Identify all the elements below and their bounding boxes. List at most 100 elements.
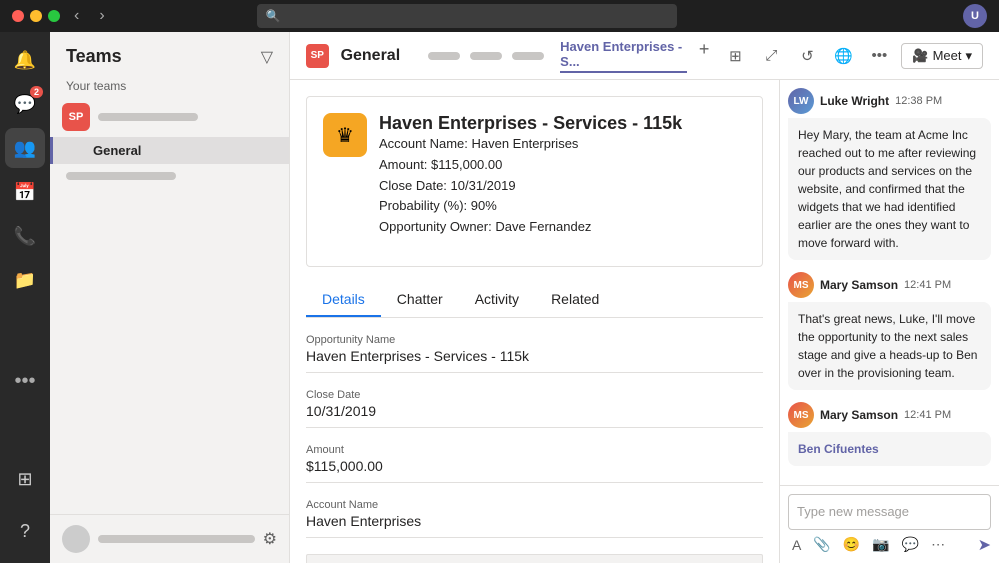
- settings-icon[interactable]: ⚙: [263, 529, 277, 549]
- more-apps-button[interactable]: •••: [6, 362, 43, 401]
- chat-input-placeholder: Type new message: [797, 504, 909, 519]
- close-date-detail: Close Date: 10/31/2019: [379, 176, 682, 197]
- msg-sender-3: Mary Samson: [820, 408, 898, 422]
- bell-icon: 🔔: [14, 50, 36, 71]
- tab-activity[interactable]: Activity: [459, 283, 535, 317]
- globe-button[interactable]: 🌐: [829, 42, 857, 70]
- refresh-button[interactable]: ↺: [793, 42, 821, 70]
- forward-button[interactable]: ›: [93, 5, 110, 27]
- opportunity-title: Haven Enterprises - Services - 115k: [379, 113, 682, 134]
- meet-label: Meet: [933, 48, 962, 63]
- user-avatar[interactable]: U: [963, 4, 987, 28]
- emoji-icon[interactable]: 😊: [839, 534, 864, 555]
- channel-item-general[interactable]: General: [50, 137, 289, 164]
- msg-time-2: 12:41 PM: [904, 279, 951, 291]
- opportunity-header: ♛ Haven Enterprises - Services - 115k Ac…: [323, 113, 746, 238]
- more-button[interactable]: •••: [865, 42, 893, 70]
- avatar-luke-wright: LW: [788, 88, 814, 114]
- field-value-account-name: Haven Enterprises: [306, 513, 763, 538]
- nav-item-files[interactable]: 📁: [5, 260, 45, 300]
- card-tabs: Details Chatter Activity Related: [306, 283, 763, 318]
- expand-button[interactable]: ⤢: [757, 42, 785, 70]
- chat-input-box[interactable]: Type new message: [788, 494, 991, 530]
- nav-item-teams[interactable]: 👥: [5, 128, 45, 168]
- window-controls: [12, 10, 60, 22]
- message-group-3: MS Mary Samson 12:41 PM Ben Cifuentes: [788, 402, 991, 466]
- filter-icon[interactable]: ▽: [261, 47, 273, 67]
- title-bar: ‹ › 🔍 U: [0, 0, 999, 32]
- nav-item-apps[interactable]: ⊞: [5, 459, 45, 499]
- field-value-close-date: 10/31/2019: [306, 403, 763, 428]
- active-tab[interactable]: Haven Enterprises - S...: [560, 39, 687, 73]
- footer-username-bar: [98, 535, 255, 543]
- opportunity-info-section: Opportunity Information: [306, 554, 763, 563]
- tab-placeholder-2: [470, 52, 502, 60]
- add-tab-button[interactable]: +: [699, 39, 710, 73]
- apps-icon: ⊞: [17, 469, 32, 490]
- tab-content-salesforce: ♛ Haven Enterprises - Services - 115k Ac…: [290, 80, 779, 563]
- probability-detail: Probability (%): 90%: [379, 196, 682, 217]
- team-name-bar: [98, 113, 198, 121]
- tab-related[interactable]: Related: [535, 283, 615, 317]
- channel-header: SP General Haven Enterprises - S... + ⊞ …: [290, 32, 999, 80]
- avatar-mary-samson-2: MS: [788, 402, 814, 428]
- chat-messages: LW Luke Wright 12:38 PM Hey Mary, the te…: [780, 80, 999, 485]
- minimize-button[interactable]: [30, 10, 42, 22]
- sidebar-header: Teams ▽: [50, 32, 289, 75]
- field-opportunity-name: Opportunity Name Haven Enterprises - Ser…: [306, 334, 763, 373]
- tab-chatter[interactable]: Chatter: [381, 283, 459, 317]
- meet-button[interactable]: 🎥 Meet ▾: [901, 43, 983, 69]
- close-button[interactable]: [12, 10, 24, 22]
- teams-icon: 👥: [14, 138, 36, 159]
- nav-item-activity[interactable]: 🔔: [5, 40, 45, 80]
- msg-header-3: MS Mary Samson 12:41 PM: [788, 402, 991, 428]
- msg-bubble-2: That's great news, Luke, I'll move the o…: [788, 302, 991, 390]
- field-account-name: Account Name Haven Enterprises: [306, 499, 763, 538]
- send-button[interactable]: ➤: [978, 535, 991, 555]
- nav-item-chat[interactable]: 💬 2: [5, 84, 45, 124]
- maximize-button[interactable]: [48, 10, 60, 22]
- grid-view-button[interactable]: ⊞: [721, 42, 749, 70]
- app-body: 🔔 💬 2 👥 📅 📞 📁 ••• ⊞ ? Te: [0, 32, 999, 563]
- field-label-account-name: Account Name: [306, 499, 763, 511]
- message-group-1: LW Luke Wright 12:38 PM Hey Mary, the te…: [788, 88, 991, 260]
- format-text-icon[interactable]: A: [788, 535, 805, 555]
- mention-ben[interactable]: Ben Cifuentes: [798, 442, 879, 456]
- content-area: SP General Haven Enterprises - S... + ⊞ …: [290, 32, 999, 563]
- nav-rail: 🔔 💬 2 👥 📅 📞 📁 ••• ⊞ ?: [0, 32, 50, 563]
- global-search-bar[interactable]: 🔍: [257, 4, 677, 28]
- calendar-icon: 📅: [14, 182, 36, 203]
- channel-tabs: Haven Enterprises - S... +: [420, 39, 709, 73]
- team-item-sp[interactable]: SP •••: [50, 97, 289, 137]
- avatar-initials-lw: LW: [788, 88, 814, 114]
- more-toolbar-icon[interactable]: ⋯: [927, 534, 949, 555]
- msg-header-1: LW Luke Wright 12:38 PM: [788, 88, 991, 114]
- amount-detail: Amount: $115,000.00: [379, 155, 682, 176]
- gif-icon[interactable]: 📷: [868, 534, 893, 555]
- tab-details[interactable]: Details: [306, 283, 381, 317]
- chat-input-toolbar: A 📎 😊 📷 💬 ⋯ ➤: [788, 534, 991, 555]
- field-value-opp-name: Haven Enterprises - Services - 115k: [306, 348, 763, 373]
- nav-item-help[interactable]: ?: [5, 511, 45, 551]
- nav-item-calls[interactable]: 📞: [5, 216, 45, 256]
- opportunity-card: ♛ Haven Enterprises - Services - 115k Ac…: [306, 96, 763, 267]
- chat-badge: 2: [30, 86, 43, 98]
- tab-placeholder-1: [428, 52, 460, 60]
- msg-bubble-3: Ben Cifuentes: [788, 432, 991, 466]
- sticker-icon[interactable]: 💬: [898, 534, 923, 555]
- back-button[interactable]: ‹: [68, 5, 85, 27]
- sidebar-footer: ⚙: [50, 514, 289, 563]
- attach-icon[interactable]: 📎: [809, 534, 834, 555]
- msg-time-3: 12:41 PM: [904, 409, 951, 421]
- chat-input-area: Type new message A 📎 😊 📷 💬 ⋯ ➤: [780, 485, 999, 563]
- crown-icon: ♛: [336, 123, 354, 148]
- owner-detail: Opportunity Owner: Dave Fernandez: [379, 217, 682, 238]
- field-label-amount: Amount: [306, 444, 763, 456]
- avatar-initials: U: [963, 4, 987, 28]
- split-content: ♛ Haven Enterprises - Services - 115k Ac…: [290, 80, 999, 563]
- channel-team-initials: SP: [311, 50, 324, 61]
- avatar-mary-samson-1: MS: [788, 272, 814, 298]
- channel-name: General: [93, 143, 141, 158]
- field-amount: Amount $115,000.00: [306, 444, 763, 483]
- nav-item-calendar[interactable]: 📅: [5, 172, 45, 212]
